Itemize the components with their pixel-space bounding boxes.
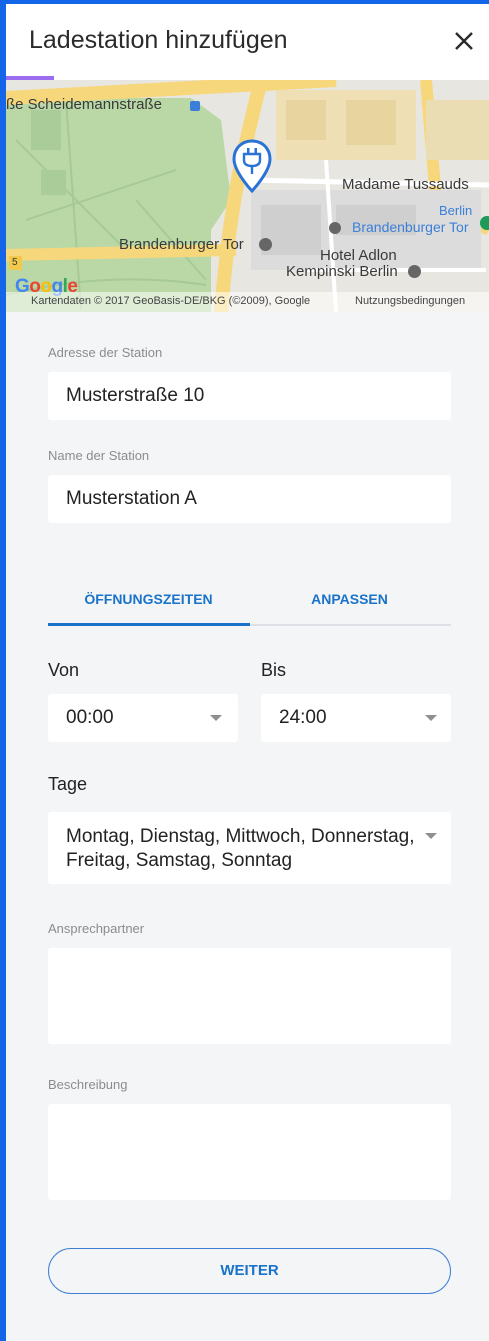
- map[interactable]: ße Scheidemannstraße Madame Tussauds Ber…: [6, 80, 489, 312]
- next-button[interactable]: WEITER: [48, 1248, 451, 1294]
- map-label-brandenburger-tor-station: Brandenburger Tor: [352, 219, 469, 235]
- station-name-label: Name der Station: [48, 448, 150, 463]
- tab-opening-hours[interactable]: ÖFFNUNGSZEITEN: [48, 580, 249, 626]
- transit-icon: [190, 101, 200, 111]
- tab-customize[interactable]: ANPASSEN: [249, 580, 450, 626]
- metro-icon: [480, 216, 489, 230]
- map-label-road-number: 5: [12, 257, 18, 268]
- close-button[interactable]: [447, 24, 481, 58]
- map-attribution: Kartendaten © 2017 GeoBasis-DE/BKG (©200…: [31, 295, 311, 307]
- landmark-icon: [259, 238, 272, 251]
- to-value: 24:00: [279, 707, 327, 728]
- from-value: 00:00: [66, 707, 114, 728]
- from-label: Von: [48, 660, 80, 680]
- description-label: Beschreibung: [48, 1077, 128, 1092]
- chevron-down-icon: [425, 715, 437, 721]
- days-value: Montag, Dienstag, Mittwoch, Donnerstag, …: [66, 826, 415, 871]
- map-label-madame-tussauds: Madame Tussauds: [342, 176, 469, 193]
- map-label-hotel-adlon: Hotel Adlon: [320, 247, 397, 264]
- dialog-title: Ladestation hinzufügen: [29, 26, 288, 54]
- charging-plug-icon[interactable]: [230, 138, 274, 198]
- chevron-down-icon: [425, 833, 437, 839]
- chevron-down-icon: [210, 715, 222, 721]
- tab-bar: ÖFFNUNGSZEITEN ANPASSEN: [48, 580, 451, 628]
- map-label-kempinski: Kempinski Berlin: [286, 263, 398, 280]
- tourism-icon: [329, 222, 341, 234]
- address-field[interactable]: Musterstraße 10: [48, 372, 451, 420]
- dialog-header: Ladestation hinzufügen: [6, 4, 489, 80]
- map-terms-link[interactable]: Nutzungsbedingungen: [355, 295, 465, 307]
- address-value: Musterstraße 10: [66, 385, 205, 406]
- close-icon: [455, 32, 473, 50]
- days-select[interactable]: Montag, Dienstag, Mittwoch, Donnerstag, …: [48, 812, 451, 884]
- address-label: Adresse der Station: [48, 345, 163, 360]
- map-attribution-bar: Kartendaten © 2017 GeoBasis-DE/BKG (©200…: [6, 292, 489, 312]
- map-label-berlin: Berlin: [439, 203, 473, 218]
- to-label: Bis: [261, 660, 287, 680]
- map-label-street: ße Scheidemannstraße: [6, 96, 162, 113]
- to-select[interactable]: 24:00: [261, 694, 451, 742]
- contact-label: Ansprechpartner: [48, 921, 145, 936]
- tab-active-indicator: [48, 623, 250, 626]
- from-select[interactable]: 00:00: [48, 694, 238, 742]
- map-label-brandenburger-tor: Brandenburger Tor: [119, 236, 244, 253]
- contact-field[interactable]: [48, 948, 451, 1044]
- station-name-field[interactable]: Musterstation A: [48, 475, 451, 523]
- hotel-icon: [408, 265, 421, 278]
- dialog: Ladestation hinzufügen ße Scheidemannstr…: [6, 4, 489, 1341]
- station-name-value: Musterstation A: [66, 488, 197, 509]
- description-field[interactable]: [48, 1104, 451, 1200]
- days-label: Tage: [48, 774, 88, 794]
